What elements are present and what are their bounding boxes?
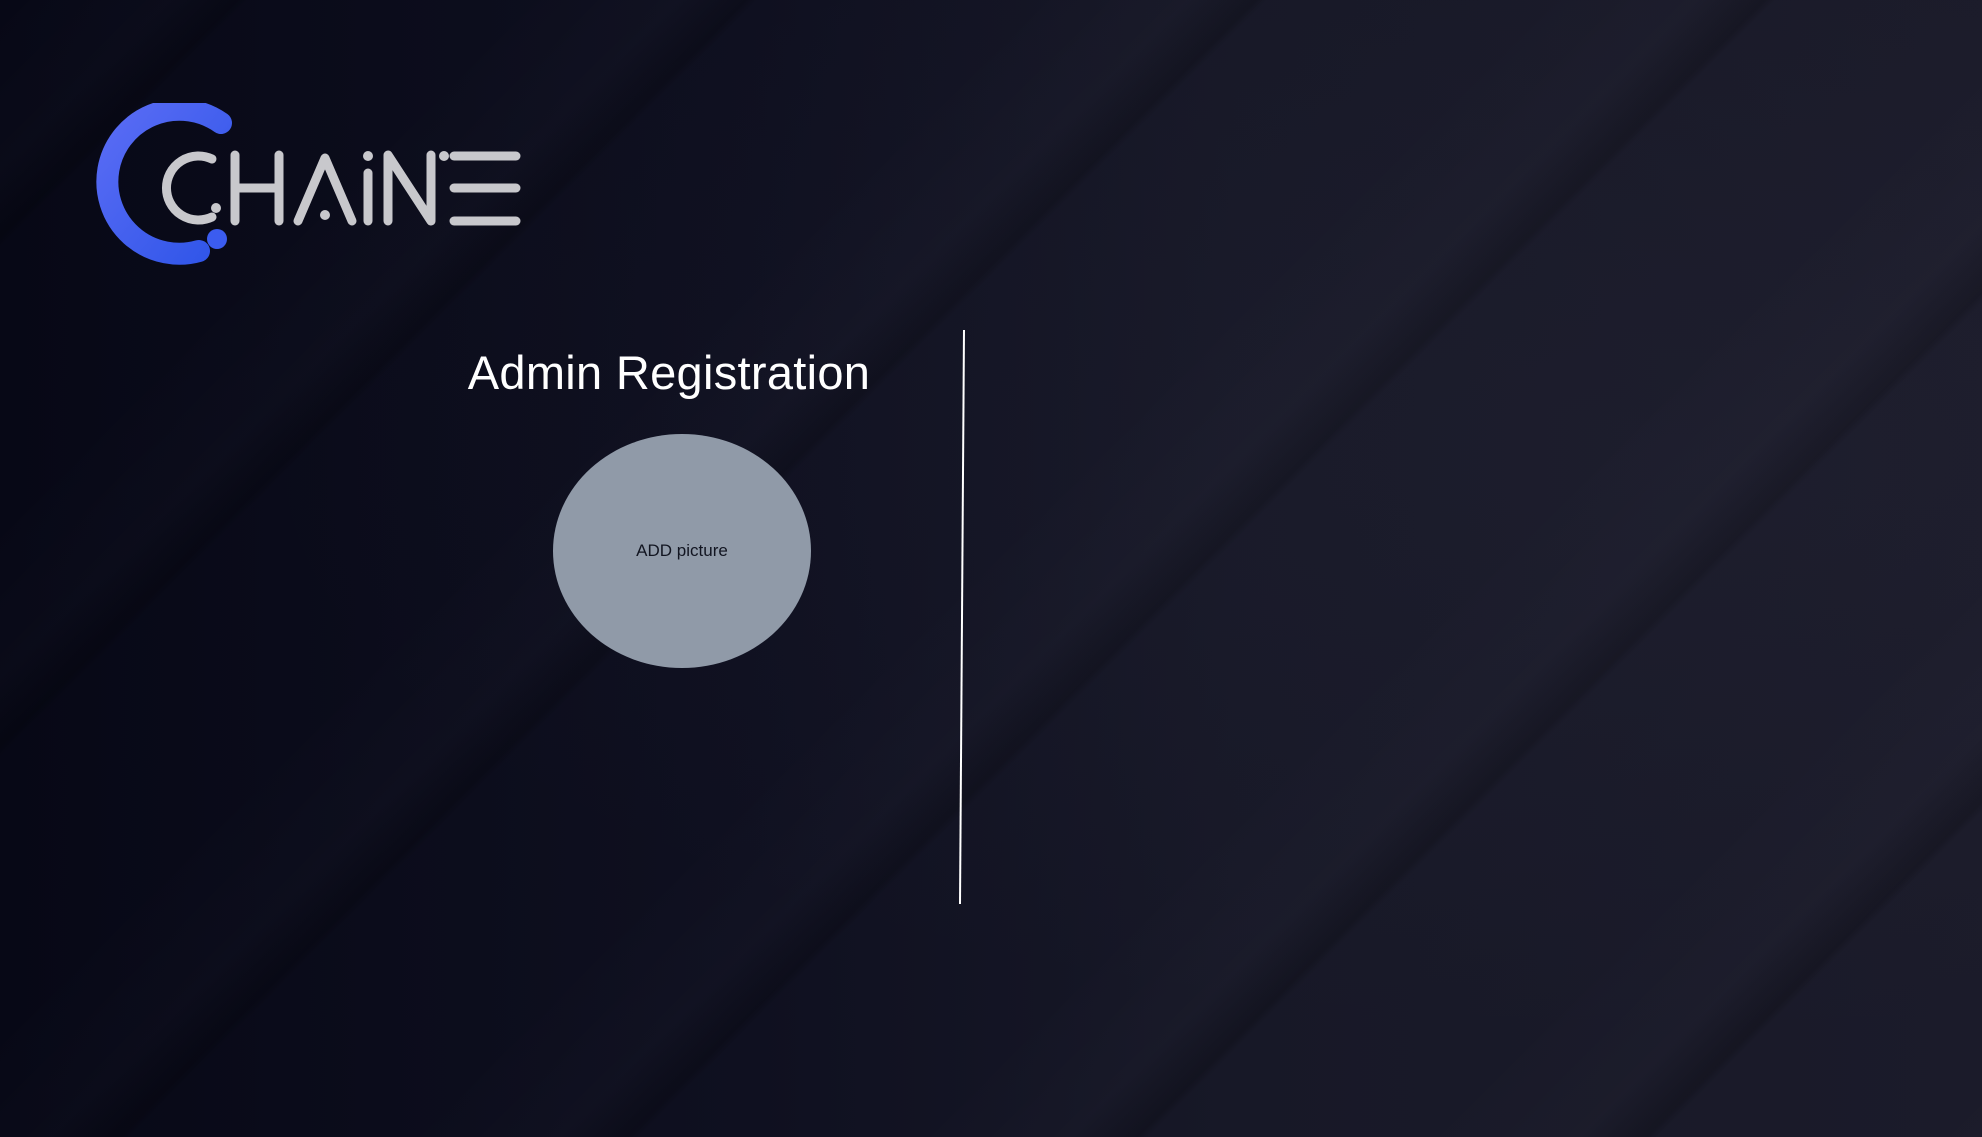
add-picture-label: ADD picture	[636, 541, 728, 560]
page-title: Admin Registration	[467, 346, 871, 399]
chaine-logo	[76, 98, 526, 278]
vertical-divider	[957, 329, 967, 905]
add-picture-button[interactable]: ADD picture	[553, 434, 811, 668]
